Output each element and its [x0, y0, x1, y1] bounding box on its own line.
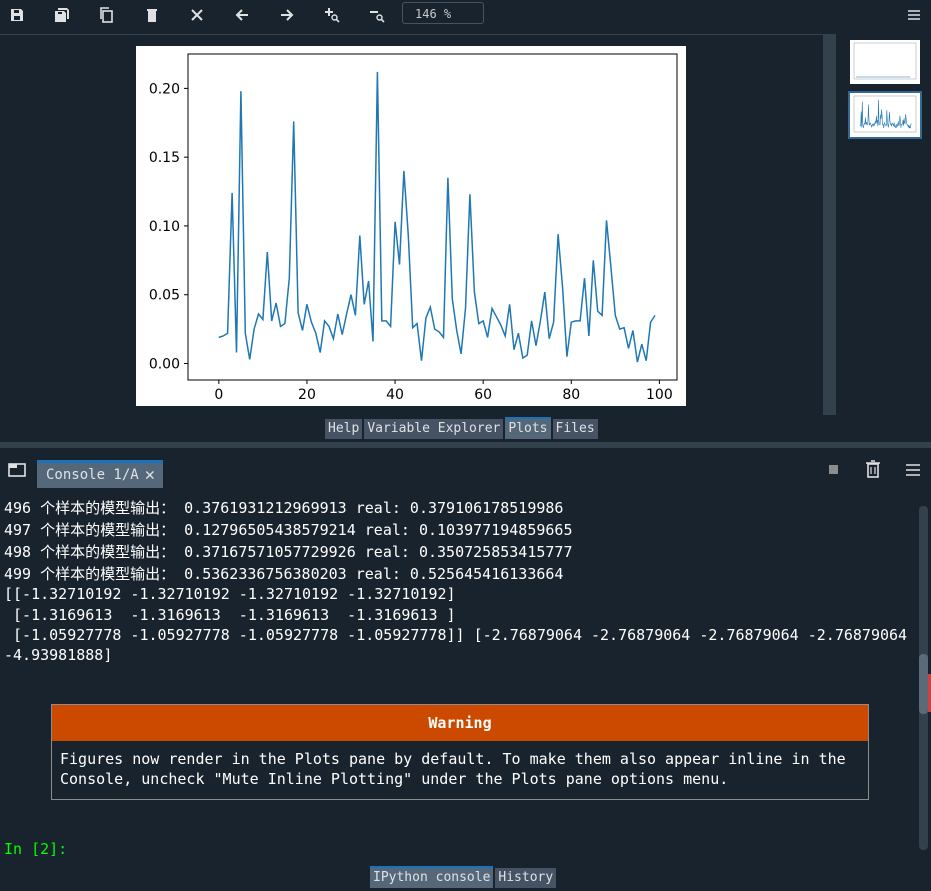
series-line	[218, 71, 656, 363]
hamburger-menu-icon[interactable]	[902, 3, 926, 27]
console-tab-bar: IPython console History	[370, 866, 557, 888]
warning-box: Warning Figures now render in the Plots …	[51, 704, 869, 800]
warning-title: Warning	[52, 705, 868, 741]
plot-thumbnails	[835, 34, 931, 415]
next-icon[interactable]	[275, 3, 299, 27]
warning-text: Figures now render in the Plots pane by …	[60, 750, 846, 788]
zoom-level-input[interactable]: 146 %	[402, 2, 484, 24]
line-chart: 0 20 40 60 80 100 0.00 0.05 0.10 0.15 0.20	[149, 53, 678, 403]
plots-pane: 0 20 40 60 80 100 0.00 0.05 0.10 0.15 0.20	[0, 34, 823, 416]
thumbnail-plot-2[interactable]	[848, 91, 922, 139]
previous-icon[interactable]	[230, 3, 254, 27]
tab-history[interactable]: History	[495, 868, 557, 888]
x-tick-label: 40	[386, 387, 404, 403]
x-tick-label: 60	[474, 387, 492, 403]
x-tick-label: 0	[214, 387, 223, 403]
x-tick-label: 80	[562, 387, 580, 403]
console-scrollbar[interactable]	[916, 496, 931, 858]
save-icon[interactable]	[5, 3, 29, 27]
console-line: [[-1.32710192 -1.32710192 -1.32710192 -1…	[4, 585, 456, 603]
trash-icon[interactable]	[865, 460, 881, 482]
tab-variable-explorer[interactable]: Variable Explorer	[364, 419, 504, 439]
console-tab[interactable]: Console 1/A ✕	[37, 460, 163, 488]
console-line: [-1.05927778 -1.05927778 -1.05927778 -1.…	[4, 626, 908, 644]
console-output[interactable]: 496 个样本的模型输出： 0.3761931212969913 real: 0…	[0, 492, 916, 862]
copy-icon[interactable]	[95, 3, 119, 27]
pane-tab-bar: Help Variable Explorer Plots Files	[325, 417, 598, 439]
console-tab-label: Console 1/A	[46, 467, 139, 483]
input-prompt[interactable]: In [2]:	[4, 840, 67, 858]
zoom-out-icon[interactable]	[365, 3, 389, 27]
console-line: -4.93981888]	[4, 646, 113, 664]
console-line: [-1.3169613 -1.3169613 -1.3169613 -1.316…	[4, 606, 456, 624]
thumbnail-plot-1[interactable]	[848, 38, 922, 86]
zoom-in-icon[interactable]	[320, 3, 344, 27]
delete-all-icon[interactable]	[185, 3, 209, 27]
console-line: 498 个样本的模型输出： 0.37167571057729926 real: …	[4, 543, 573, 561]
plots-scrollbar[interactable]	[823, 34, 835, 415]
tab-ipython-console[interactable]: IPython console	[370, 866, 494, 888]
tab-files[interactable]: Files	[552, 419, 598, 439]
console-menu-icon[interactable]	[905, 462, 921, 481]
y-tick-label: 0.20	[149, 81, 180, 97]
delete-icon[interactable]	[140, 3, 164, 27]
plot-area-frame	[187, 53, 678, 381]
console-line: 496 个样本的模型输出： 0.3761931212969913 real: 0…	[4, 499, 564, 517]
x-tick-label: 20	[298, 387, 316, 403]
console-header: Console 1/A ✕	[0, 448, 931, 490]
y-tick-label: 0.10	[149, 219, 180, 235]
browse-tabs-icon[interactable]	[8, 462, 26, 482]
y-tick-label: 0.05	[149, 288, 180, 304]
console-line: 497 个样本的模型输出： 0.12796505438579214 real: …	[4, 521, 573, 539]
tab-help[interactable]: Help	[325, 419, 363, 439]
stop-icon[interactable]	[829, 465, 838, 474]
close-icon[interactable]: ✕	[145, 463, 155, 488]
x-tick-label: 100	[646, 387, 673, 403]
y-tick-label: 0.00	[149, 356, 180, 372]
plots-toolbar: 146 %	[0, 0, 931, 30]
console-line: 499 个样本的模型输出： 0.5362336756380203 real: 0…	[4, 565, 564, 583]
y-tick-label: 0.15	[149, 150, 180, 166]
tab-plots[interactable]: Plots	[505, 417, 551, 439]
scrollbar-thumb[interactable]	[919, 654, 928, 714]
save-all-icon[interactable]	[50, 3, 74, 27]
plot-figure: 0 20 40 60 80 100 0.00 0.05 0.10 0.15 0.20	[136, 46, 686, 406]
